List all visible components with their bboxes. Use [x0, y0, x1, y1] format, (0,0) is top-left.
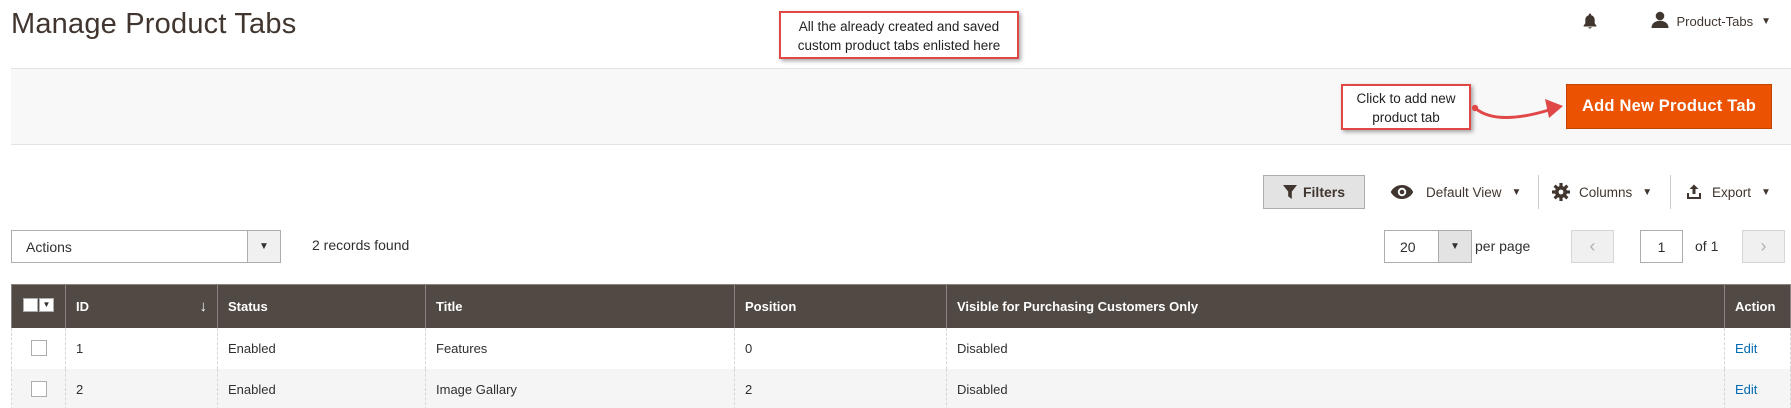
user-name: Product-Tabs: [1676, 13, 1754, 29]
default-view-dropdown[interactable]: Default View ▼: [1390, 175, 1521, 209]
gear-icon: [1552, 183, 1570, 201]
per-page-label: per page: [1475, 238, 1531, 254]
column-header-status[interactable]: Status: [217, 284, 426, 328]
cell-title: Image Gallary: [425, 368, 735, 408]
row-select-cell: [11, 368, 66, 408]
table-row: 1 Enabled Features 0 Disabled Edit: [11, 327, 1791, 369]
page-title: Manage Product Tabs: [11, 8, 297, 40]
user-icon: [1651, 11, 1669, 31]
chevron-down-icon: ▼: [1761, 15, 1771, 27]
cell-status: Enabled: [217, 327, 426, 369]
eye-icon: [1390, 185, 1414, 199]
filter-icon: [1282, 185, 1297, 199]
grid-toolbar: Filters Default View ▼ Columns ▼ Export …: [0, 175, 1791, 209]
column-header-position[interactable]: Position: [734, 284, 947, 328]
toolbar-divider: [1670, 175, 1671, 209]
per-page-select[interactable]: 20 ▼: [1384, 230, 1472, 263]
filters-label: Filters: [1302, 184, 1345, 200]
default-view-label: Default View: [1426, 184, 1502, 200]
export-dropdown[interactable]: Export ▼: [1686, 175, 1771, 209]
chevron-down-icon: ▼: [39, 297, 54, 312]
next-page-button[interactable]: ›: [1742, 230, 1785, 263]
cell-title: Features: [425, 327, 735, 369]
chevron-down-icon: ▼: [1642, 186, 1653, 198]
columns-label: Columns: [1579, 184, 1633, 200]
mass-select-header[interactable]: ▼: [11, 284, 66, 328]
chevron-right-icon: ›: [1760, 236, 1767, 256]
columns-dropdown[interactable]: Columns ▼: [1552, 175, 1652, 209]
records-found: 2 records found: [312, 237, 410, 253]
annotation-line: Click to add new: [1356, 91, 1456, 106]
export-icon: [1687, 184, 1701, 199]
header-actions: Product-Tabs ▼: [1579, 10, 1771, 32]
cell-position: 2: [734, 368, 947, 408]
column-header-visible[interactable]: Visible for Purchasing Customers Only: [946, 284, 1725, 328]
checkbox-icon: [23, 297, 38, 312]
annotation-line: custom product tabs enlisted here: [797, 38, 1001, 53]
sort-arrow-icon: ↓: [199, 297, 208, 315]
bell-icon[interactable]: [1579, 10, 1601, 32]
cell-action: Edit: [1724, 368, 1791, 408]
cell-status: Enabled: [217, 368, 426, 408]
row-select-cell: [11, 327, 66, 369]
mass-actions-select[interactable]: Actions ▼: [11, 230, 281, 263]
annotation-line: All the already created and saved: [798, 19, 1000, 34]
grid-header-row: ▼ ID ↓ Status Title Position Visible for …: [11, 284, 1791, 328]
cell-id: 1: [65, 327, 218, 369]
prev-page-button[interactable]: ‹: [1571, 230, 1614, 263]
mass-actions-label: Actions: [26, 238, 72, 255]
per-page-value: 20: [1400, 238, 1416, 255]
chevron-left-icon: ‹: [1589, 236, 1596, 256]
annotation-callout-grid: All the already created and saved custom…: [779, 11, 1019, 59]
page-count: of 1: [1695, 238, 1719, 254]
chevron-down-icon: ▼: [1511, 186, 1522, 198]
add-new-product-tab-button[interactable]: Add New Product Tab: [1566, 84, 1772, 129]
user-menu[interactable]: Product-Tabs ▼: [1651, 11, 1771, 31]
row-checkbox[interactable]: [30, 340, 47, 357]
export-label: Export: [1712, 184, 1752, 200]
column-header-id[interactable]: ID ↓: [65, 284, 218, 328]
cell-id: 2: [65, 368, 218, 408]
cell-position: 0: [734, 327, 947, 369]
mass-select-control[interactable]: ▼: [23, 297, 54, 312]
annotation-arrow-icon: [1471, 99, 1563, 120]
table-row: 2 Enabled Image Gallary 2 Disabled Edit: [11, 368, 1791, 408]
column-header-title[interactable]: Title: [425, 284, 735, 328]
edit-link[interactable]: Edit: [1735, 382, 1757, 397]
chevron-down-icon: ▼: [1438, 231, 1471, 262]
cell-visible: Disabled: [946, 368, 1725, 408]
cell-visible: Disabled: [946, 327, 1725, 369]
toolbar-divider: [1538, 175, 1539, 209]
current-page-input[interactable]: 1: [1640, 230, 1683, 263]
edit-link[interactable]: Edit: [1735, 341, 1757, 356]
annotation-callout-add: Click to add new product tab: [1341, 84, 1471, 130]
chevron-down-icon: ▼: [247, 231, 280, 262]
column-header-action: Action: [1724, 284, 1791, 328]
column-header-label: ID: [76, 298, 89, 314]
filters-button[interactable]: Filters: [1263, 175, 1365, 209]
product-tabs-grid: ▼ ID ↓ Status Title Position Visible for …: [11, 284, 1791, 408]
chevron-down-icon: ▼: [1761, 186, 1771, 198]
row-checkbox[interactable]: [30, 381, 47, 398]
annotation-line: product tab: [1372, 110, 1440, 125]
cell-action: Edit: [1724, 327, 1791, 369]
